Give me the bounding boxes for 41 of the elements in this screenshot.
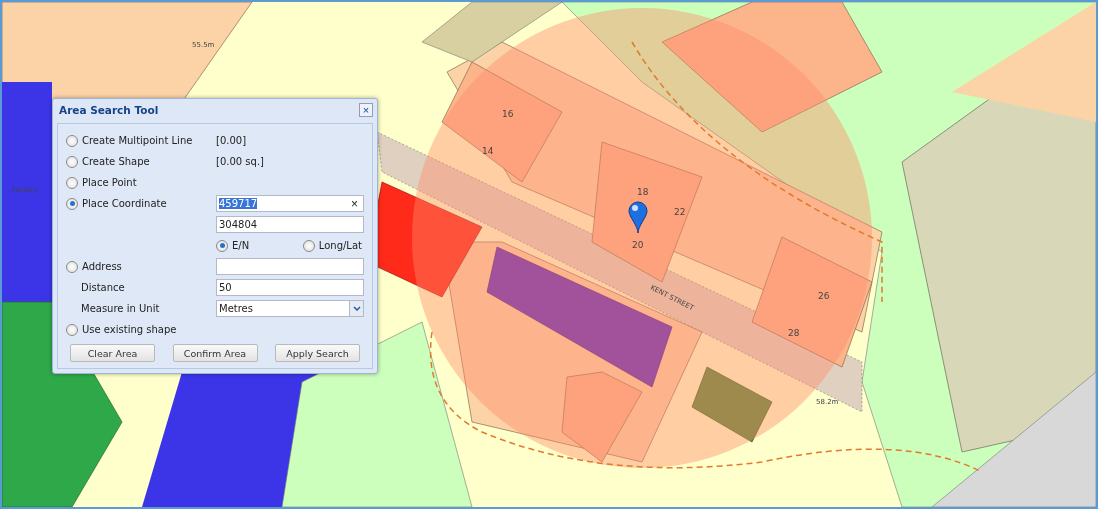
coordinate-system-radio[interactable]: Long/Lat <box>302 237 362 254</box>
action-button[interactable]: Apply Search <box>275 344 360 362</box>
radio-button[interactable] <box>66 176 78 189</box>
radio-button[interactable] <box>66 155 78 168</box>
close-button[interactable]: × <box>359 103 373 117</box>
map-label: 14 <box>482 146 494 156</box>
map-label: 20 <box>632 240 644 250</box>
measurement-reading: [0.00 sq.] <box>216 156 265 167</box>
mode-radio-option[interactable]: Place Coordinate <box>66 195 216 212</box>
dropdown-button[interactable] <box>349 301 363 316</box>
action-button[interactable]: Clear Area <box>70 344 155 362</box>
radio-button[interactable] <box>66 260 78 273</box>
field-label: Distance <box>80 281 126 295</box>
mode-radio-option[interactable]: Use existing shape <box>66 321 216 338</box>
distance-input-field[interactable]: 50 <box>216 279 364 296</box>
northing-input-field[interactable]: 304804 <box>216 216 364 233</box>
map-label: 18 <box>637 187 649 197</box>
radio-button[interactable] <box>216 239 228 252</box>
map-pin-icon[interactable] <box>628 201 648 234</box>
mode-radio-option[interactable]: Address <box>66 258 216 275</box>
radio-button[interactable] <box>66 323 78 336</box>
map-label: 16 <box>502 109 514 119</box>
field-label: Measure in Unit <box>80 302 161 316</box>
clear-button[interactable]: × <box>348 196 361 211</box>
chevron-down-icon <box>352 306 361 311</box>
mode-radio-option[interactable]: Place Point <box>66 174 216 191</box>
map-label: 28 <box>788 328 800 338</box>
mode-radio-option[interactable]: Create Shape <box>66 153 216 170</box>
action-button[interactable]: Confirm Area <box>172 344 258 362</box>
address-input-field[interactable] <box>216 258 364 275</box>
map-label: 26 <box>818 291 830 301</box>
radio-button[interactable] <box>66 197 78 210</box>
radio-button[interactable] <box>302 239 315 252</box>
easting-input-field[interactable]: 459717 × <box>216 195 364 212</box>
dialog-title: Area Search Tool <box>59 104 159 116</box>
map-label: 22 <box>674 207 686 217</box>
measurement-reading: [0.00] <box>216 135 248 146</box>
mode-radio-option[interactable]: Create Multipoint Line <box>66 132 216 149</box>
radio-button[interactable] <box>66 134 78 147</box>
unit-dropdown[interactable]: Metres <box>216 300 364 317</box>
coordinate-system-radio[interactable]: E/N <box>216 237 250 254</box>
